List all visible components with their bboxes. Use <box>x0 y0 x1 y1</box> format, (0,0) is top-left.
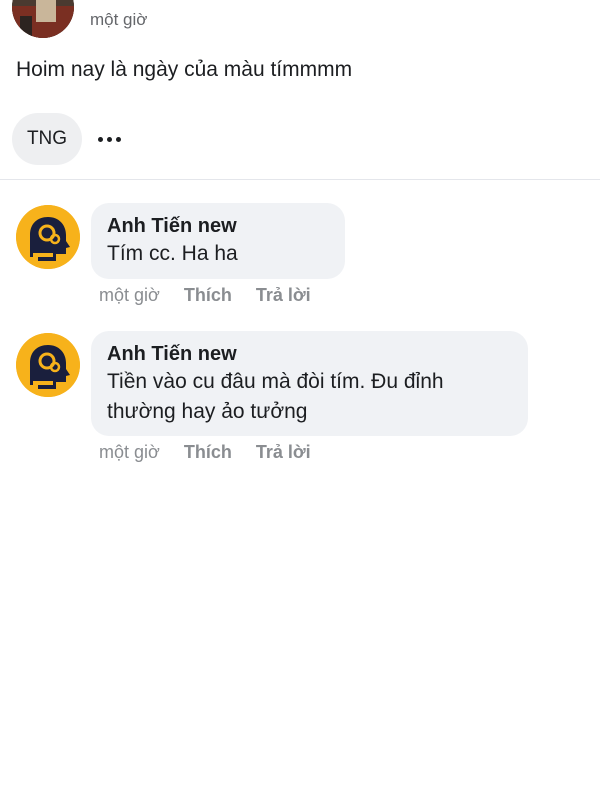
comment-author[interactable]: Anh Tiến new <box>107 213 329 239</box>
like-button[interactable]: Thích <box>184 285 232 306</box>
reply-button[interactable]: Trả lời <box>256 442 311 463</box>
comment-text: Tím cc. Ha ha <box>107 242 238 265</box>
brain-head-icon <box>16 333 80 397</box>
tag-chip[interactable]: TNG <box>12 113 82 165</box>
commenter-avatar[interactable] <box>16 333 80 397</box>
reply-button[interactable]: Trả lời <box>256 285 311 306</box>
comment-bubble: Anh Tiến new Tím cc. Ha ha <box>91 203 345 279</box>
more-horizontal-icon[interactable] <box>92 124 126 154</box>
comment-actions: một giờ Thích Trả lời <box>99 442 311 463</box>
more-dot <box>115 136 121 142</box>
more-dot <box>106 136 112 142</box>
comment-actions: một giờ Thích Trả lời <box>99 285 311 306</box>
commenter-avatar[interactable] <box>16 205 80 269</box>
comment-timestamp[interactable]: một giờ <box>99 285 160 306</box>
poster-avatar[interactable] <box>12 0 74 38</box>
comment-timestamp[interactable]: một giờ <box>99 442 160 463</box>
like-button[interactable]: Thích <box>184 442 232 463</box>
comment-bubble: Anh Tiến new Tiền vào cu đâu mà đòi tím.… <box>91 331 528 436</box>
poster-avatar-image <box>12 0 74 38</box>
post-timestamp: một giờ <box>90 10 148 29</box>
comment-author[interactable]: Anh Tiến new <box>107 341 512 367</box>
comment-text: Tiền vào cu đâu mà đòi tím. Đu đỉnh thườ… <box>107 370 444 423</box>
brain-head-icon <box>16 205 80 269</box>
post-text: Hoim nay là ngày của màu tímmmm <box>16 58 353 81</box>
section-divider <box>0 179 600 180</box>
post-header <box>12 0 74 38</box>
more-dot <box>97 136 103 142</box>
